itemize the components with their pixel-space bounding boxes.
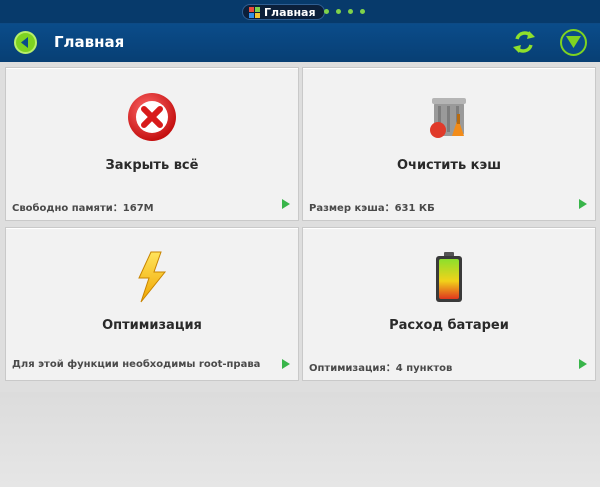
page-indicator (324, 9, 365, 14)
chevron-right-icon (579, 199, 587, 209)
home-tab-pill[interactable]: Главная (242, 4, 325, 20)
page-dot (348, 9, 353, 14)
card-title: Закрыть всё (105, 158, 199, 173)
page-title: Главная (54, 33, 125, 51)
card-subtitle: Оптимизация：4 пунктов (309, 363, 453, 374)
card-battery[interactable]: Расход батареи Оптимизация：4 пунктов (302, 227, 596, 381)
card-title: Очистить кэш (396, 158, 502, 173)
page-dot (324, 9, 329, 14)
card-title: Оптимизация (102, 318, 202, 333)
home-tab-label: Главная (264, 5, 316, 19)
card-optimization[interactable]: Оптимизация Для этой функции необходимы … (5, 227, 299, 381)
back-arrow-icon (21, 37, 28, 48)
card-close-all[interactable]: Закрыть всё Свободно памяти：167M (5, 67, 299, 221)
empty-area (0, 392, 600, 487)
refresh-icon (513, 31, 535, 53)
page-dot (336, 9, 341, 14)
card-subtitle: Для этой функции необходимы root-права (12, 359, 261, 370)
card-title: Расход батареи (389, 318, 509, 333)
refresh-button[interactable] (509, 27, 539, 57)
chevron-right-icon (282, 359, 290, 369)
dropdown-menu-button[interactable] (560, 29, 587, 56)
chevron-right-icon (282, 199, 290, 209)
feature-grid: Закрыть всё Свободно памяти：167M Очистит… (0, 62, 600, 392)
page-dot (360, 9, 365, 14)
back-button[interactable] (14, 31, 37, 54)
battery-icon (436, 252, 462, 302)
card-subtitle: Свободно памяти：167M (12, 203, 154, 214)
dropdown-menu-icon (566, 36, 581, 48)
chevron-right-icon (579, 359, 587, 369)
card-clear-cache[interactable]: Очистить кэш Размер кэша：631 КБ (302, 67, 596, 221)
trash-can-icon (430, 98, 466, 138)
lightning-icon (138, 251, 167, 303)
windows-grid-icon (249, 6, 260, 18)
status-strip: Главная (0, 0, 600, 24)
close-red-icon (128, 93, 176, 141)
card-subtitle: Размер кэша：631 КБ (309, 203, 435, 214)
header-bar: Главная (0, 24, 600, 62)
